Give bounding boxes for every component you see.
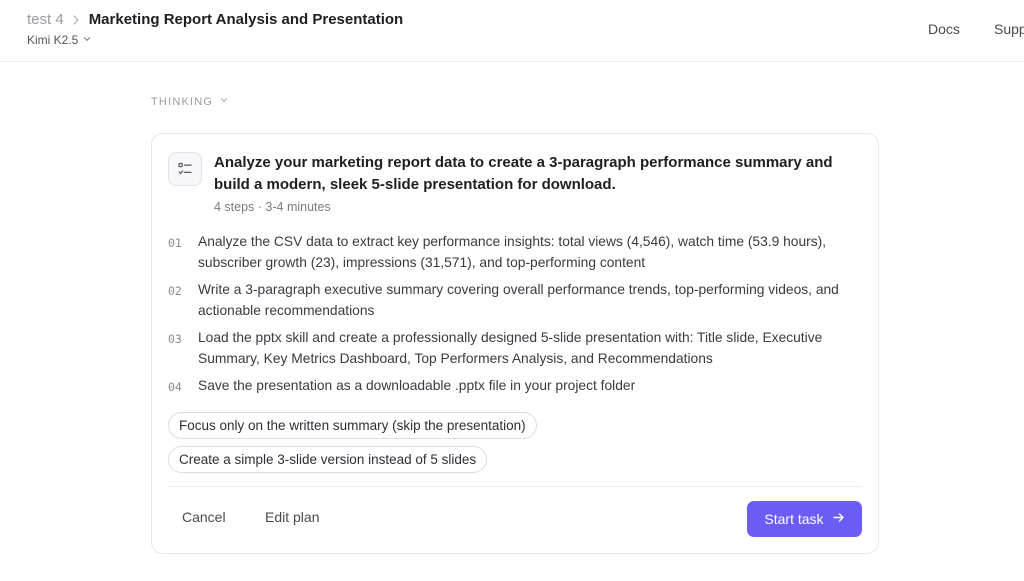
chevron-down-icon (213, 95, 229, 108)
plan-step: 04 Save the presentation as a downloadab… (168, 376, 864, 398)
top-header: test 4 Marketing Report Analysis and Pre… (0, 0, 1024, 62)
start-task-button[interactable]: Start task (747, 501, 862, 537)
breadcrumb: test 4 Marketing Report Analysis and Pre… (27, 11, 403, 28)
model-selector-label: Kimi K2.5 (27, 33, 79, 47)
step-text: Analyze the CSV data to extract key perf… (198, 234, 827, 270)
plan-title: Analyze your marketing report data to cr… (214, 154, 833, 193)
alt-row: Focus only on the written summary (skip … (168, 412, 537, 446)
cancel-button[interactable]: Cancel (182, 509, 226, 525)
thinking-toggle[interactable]: THINKING (151, 95, 229, 108)
step-number: 04 (168, 380, 182, 394)
step-text: Load the pptx skill and create a profess… (198, 330, 823, 366)
plan-meta: 4 steps · 3-4 minutes (214, 200, 331, 214)
model-selector[interactable]: Kimi K2.5 (27, 33, 92, 47)
checklist-icon (168, 152, 202, 186)
alternative-pill[interactable]: Focus only on the written summary (skip … (168, 412, 537, 439)
alternative-suggestions: Focus only on the written summary (skip … (168, 412, 537, 480)
step-number: 02 (168, 284, 182, 298)
plan-steps-list: 01 Analyze the CSV data to extract key p… (168, 232, 864, 405)
plan-step: 02 Write a 3-paragraph executive summary… (168, 280, 864, 321)
step-number: 01 (168, 236, 182, 250)
thinking-label: THINKING (151, 95, 214, 108)
step-text: Write a 3-paragraph executive summary co… (198, 282, 839, 318)
chevron-right-icon (68, 12, 84, 28)
nav-support-link[interactable]: Supp (994, 21, 1024, 37)
chevron-down-icon (78, 33, 92, 47)
plan-card: Analyze your marketing report data to cr… (151, 133, 879, 554)
page-title: Marketing Report Analysis and Presentati… (88, 11, 404, 28)
alt-row: Create a simple 3-slide version instead … (168, 446, 537, 480)
start-task-label: Start task (764, 511, 824, 527)
alternative-pill[interactable]: Create a simple 3-slide version instead … (168, 446, 488, 473)
step-text: Save the presentation as a downloadable … (198, 378, 636, 393)
arrow-right-icon (824, 511, 845, 527)
edit-plan-button[interactable]: Edit plan (265, 509, 319, 525)
nav-docs-link[interactable]: Docs (928, 21, 960, 37)
divider (168, 486, 862, 487)
plan-step: 01 Analyze the CSV data to extract key p… (168, 232, 864, 273)
step-number: 03 (168, 332, 182, 346)
plan-step: 03 Load the pptx skill and create a prof… (168, 328, 864, 369)
breadcrumb-parent-link[interactable]: test 4 (27, 11, 64, 28)
